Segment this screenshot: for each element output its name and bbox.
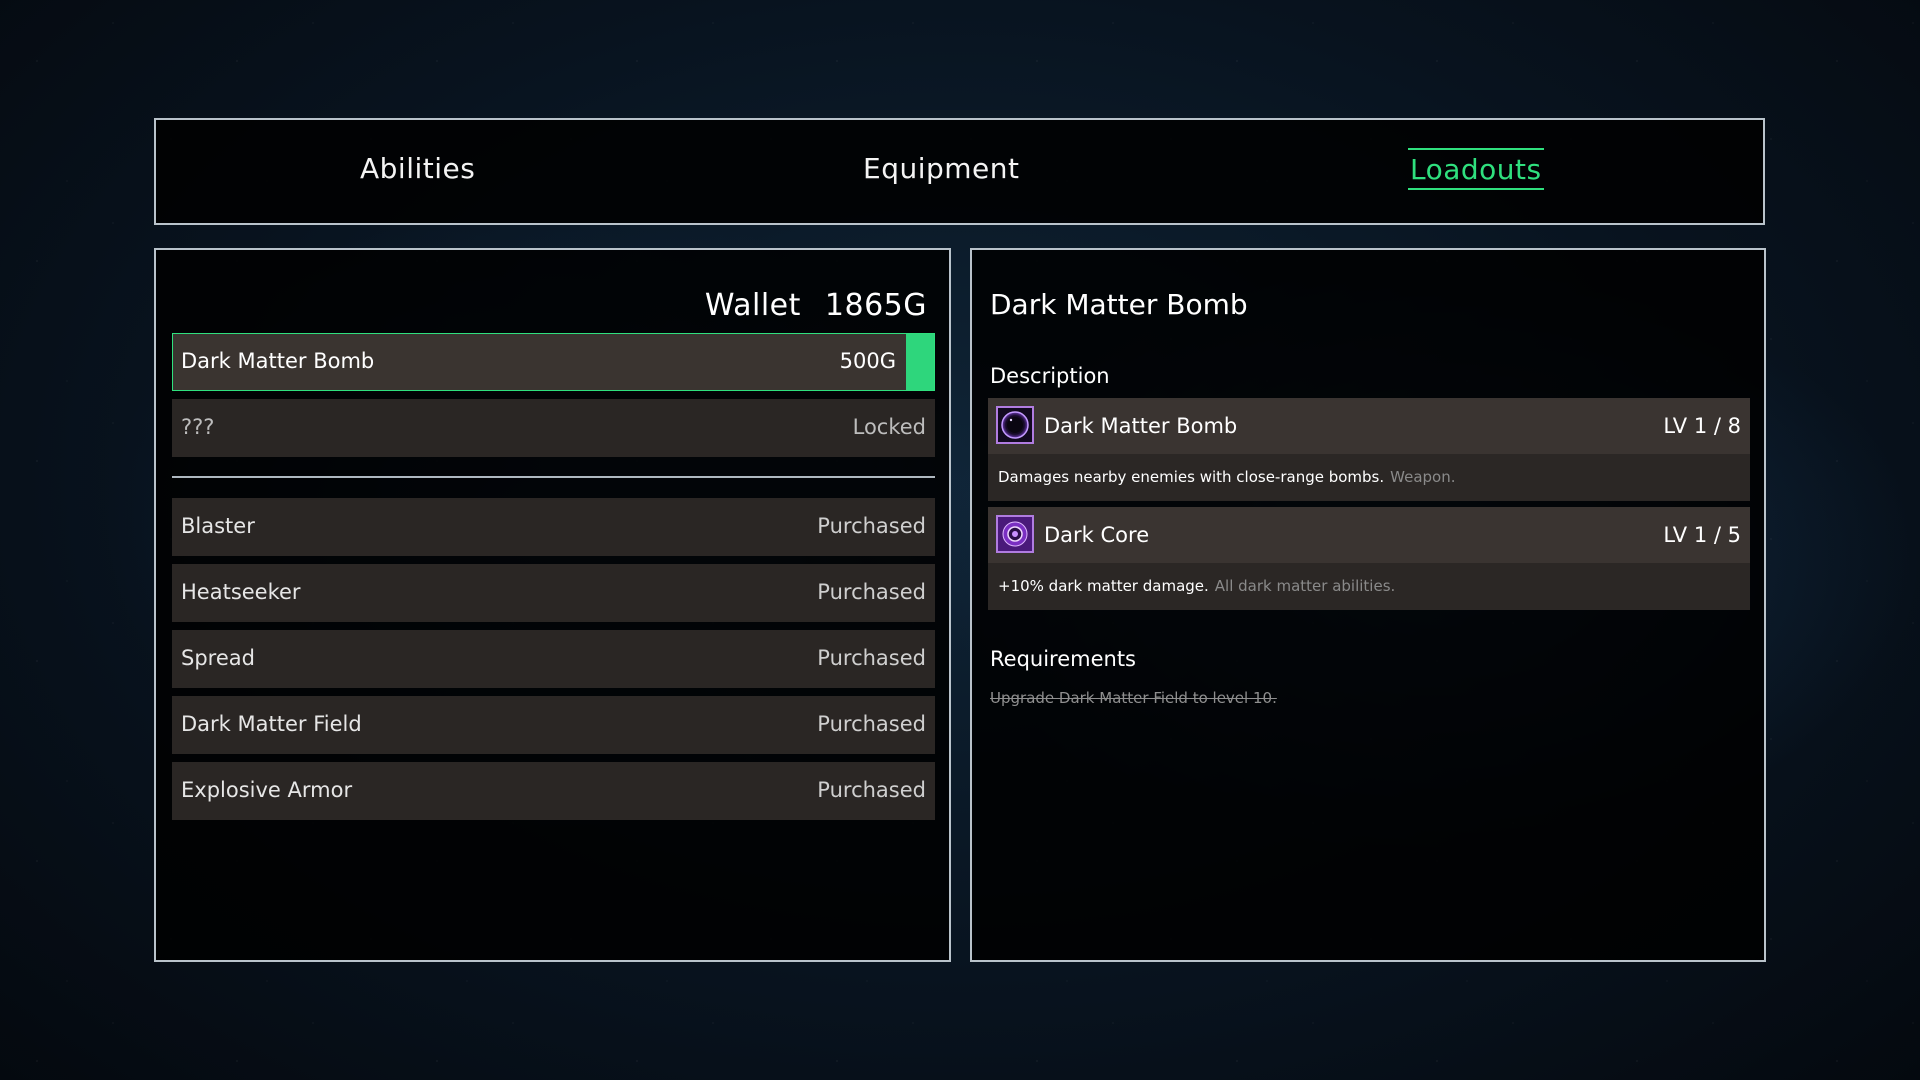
ability-name: Dark Core [1044, 523, 1150, 547]
shop-item-name: Blaster [181, 514, 255, 538]
shop-item-name: ??? [181, 415, 215, 439]
detail-title: Dark Matter Bomb [990, 288, 1248, 321]
shop-item-heatseeker[interactable]: Heatseeker Purchased [172, 564, 935, 622]
shop-item-name: Dark Matter Bomb [181, 349, 375, 373]
ability-card: Dark Matter Bomb LV 1 / 8 Damages nearby… [988, 398, 1750, 501]
ability-description-text: +10% dark matter damage. [998, 577, 1209, 595]
shop-item-dark-matter-bomb[interactable]: Dark Matter Bomb 500G [172, 333, 935, 391]
wallet: Wallet 1865G [705, 288, 927, 323]
shop-item-spread[interactable]: Spread Purchased [172, 630, 935, 688]
ability-description: +10% dark matter damage. All dark matter … [998, 577, 1395, 595]
ability-level: LV 1 / 8 [1663, 414, 1741, 438]
shop-item-status: Purchased [817, 646, 926, 670]
description-heading: Description [990, 364, 1110, 388]
dark-matter-bomb-icon [996, 406, 1034, 444]
tab-equipment[interactable]: Equipment [863, 152, 1020, 185]
wallet-amount: 1865G [824, 288, 927, 323]
requirements-heading: Requirements [990, 647, 1136, 671]
ability-description: Damages nearby enemies with close-range … [998, 468, 1456, 486]
tab-loadouts[interactable]: Loadouts [1408, 148, 1544, 190]
wallet-label: Wallet [704, 288, 801, 323]
shop-item-dark-matter-field[interactable]: Dark Matter Field Purchased [172, 696, 935, 754]
shop-item-price: 500G [839, 349, 896, 373]
shop-item-name: Spread [181, 646, 255, 670]
ability-header: Dark Matter Bomb LV 1 / 8 [988, 398, 1750, 454]
ability-level: LV 1 / 5 [1663, 523, 1741, 547]
list-divider [172, 476, 935, 478]
shop-item-status: Locked [852, 415, 926, 439]
shop-item-name: Explosive Armor [181, 778, 353, 802]
shop-item-name: Heatseeker [181, 580, 301, 604]
ability-description-row: +10% dark matter damage. All dark matter … [988, 563, 1750, 610]
shop-item-status: Purchased [817, 778, 926, 802]
shop-item-blaster[interactable]: Blaster Purchased [172, 498, 935, 556]
ability-tag: All dark matter abilities. [1214, 577, 1396, 595]
shop-panel: Wallet 1865G Dark Matter Bomb 500G ??? Lo… [154, 248, 951, 962]
shop-item-locked[interactable]: ??? Locked [172, 399, 935, 457]
ability-description-text: Damages nearby enemies with close-range … [998, 468, 1385, 486]
shop-item-status: Purchased [817, 712, 926, 736]
ability-tag: Weapon. [1390, 468, 1456, 486]
shop-item-status: Purchased [817, 580, 926, 604]
detail-panel: Dark Matter Bomb Description Dark Matter… [970, 248, 1766, 962]
dark-core-icon [996, 515, 1034, 553]
ability-card: Dark Core LV 1 / 5 +10% dark matter dama… [988, 507, 1750, 610]
ability-name: Dark Matter Bomb [1044, 414, 1238, 438]
shop-item-explosive-armor[interactable]: Explosive Armor Purchased [172, 762, 935, 820]
selection-indicator [906, 334, 934, 390]
shop-item-status: Purchased [817, 514, 926, 538]
ability-header: Dark Core LV 1 / 5 [988, 507, 1750, 563]
tab-abilities[interactable]: Abilities [360, 152, 475, 185]
requirement-text: Upgrade Dark Matter Field to level 10. [990, 689, 1277, 707]
ability-description-row: Damages nearby enemies with close-range … [988, 454, 1750, 501]
tab-bar: Abilities Equipment Loadouts [154, 118, 1765, 225]
shop-item-name: Dark Matter Field [181, 712, 362, 736]
